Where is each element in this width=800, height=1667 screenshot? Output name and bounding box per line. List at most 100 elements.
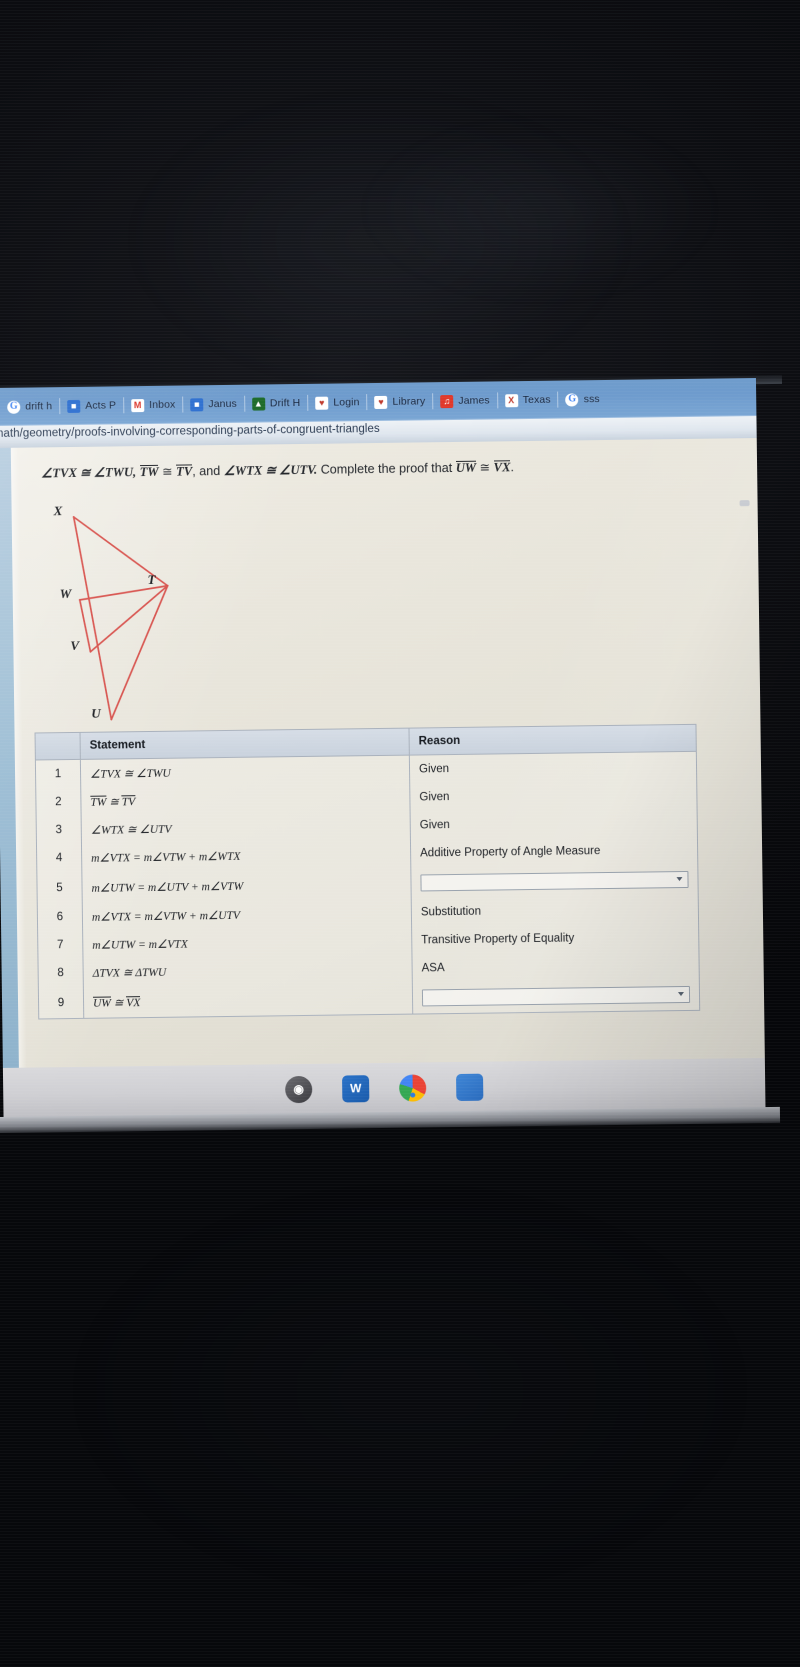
- bookmark-label: Acts P: [85, 399, 117, 412]
- reason-dropdown[interactable]: [411, 864, 698, 899]
- bookmark-label: sss: [583, 393, 600, 406]
- given-segment-tw: TW: [139, 464, 159, 480]
- brave-browser-icon-button[interactable]: ◉: [285, 1075, 313, 1103]
- google-icon: G: [565, 392, 579, 407]
- contacts-icon: ■: [67, 399, 81, 413]
- statement-segment-a: TW: [90, 795, 107, 809]
- chrome-icon-button[interactable]: [399, 1073, 427, 1102]
- row-number: 8: [38, 958, 84, 988]
- period: .: [510, 460, 515, 475]
- header-number: [35, 732, 81, 760]
- bookmark-drift-h[interactable]: Gdrift h: [0, 395, 59, 418]
- ambient-glow-lower: [60, 1180, 760, 1600]
- word-icon[interactable]: W: [342, 1074, 370, 1103]
- bookmark-label: Inbox: [149, 398, 176, 411]
- figure-point-T: T: [147, 571, 156, 588]
- statement-segment-b: VX: [126, 995, 141, 1009]
- reason-cell: Given: [419, 819, 450, 832]
- statement-cell: TW ≅ TV: [80, 783, 411, 816]
- statement-cell: m∠UTW = m∠VTX: [82, 926, 412, 959]
- bookmark-texas[interactable]: X Texas: [498, 389, 558, 412]
- reason-cell: Given: [418, 763, 450, 776]
- scrollbar-thumb[interactable]: [739, 500, 750, 507]
- figure-segment-WV: [78, 599, 92, 653]
- contacts-icon: ■: [190, 397, 204, 411]
- statement-segment-a: UW: [92, 996, 112, 1010]
- chrome-icon[interactable]: [399, 1073, 427, 1102]
- given-angle-1: ∠TVX ≅ ∠TWU,: [41, 465, 137, 481]
- photographed-screen: Gdrift h ■ Acts P M Inbox ■ Janus ▲ Drift H ♥ Logi…: [0, 0, 800, 1667]
- active-indicator-dot: [410, 1092, 416, 1098]
- shield-icon: ♥: [315, 396, 329, 410]
- congruent-symbol-2: ≅: [479, 460, 491, 475]
- row-number: 4: [36, 843, 82, 873]
- bookmark-label: drift h: [25, 400, 53, 413]
- statement-cell: ∠WTX ≅ ∠UTV: [81, 811, 411, 844]
- statement-cell: m∠UTW = m∠UTV + m∠VTW: [81, 867, 412, 903]
- geometry-figure: X W T V U: [25, 493, 248, 731]
- bookmark-label: Janus: [208, 397, 237, 411]
- reason-dropdown[interactable]: [412, 979, 699, 1014]
- red-app-icon: ♫: [440, 394, 454, 408]
- screen-content: Gdrift h ■ Acts P M Inbox ■ Janus ▲ Drift H ♥ Logi…: [0, 378, 766, 1118]
- reason-cell: Given: [419, 791, 450, 804]
- figure-point-U: U: [91, 705, 101, 721]
- problem-statement: ∠TVX ≅ ∠TWU, TW ≅ TV, and ∠WTX ≅ ∠UTV. C…: [41, 458, 641, 483]
- gmail-icon: M: [131, 398, 145, 412]
- bookmark-acts-p[interactable]: ■ Acts P: [60, 394, 123, 417]
- given-tail: , and: [192, 464, 221, 479]
- ambient-glow-upper-right: [360, 120, 720, 300]
- texas-icon: X: [504, 393, 518, 407]
- statement-cell: m∠VTX = m∠VTW + m∠WTX: [81, 839, 411, 872]
- two-column-proof-table: Statement Reason 1 ∠TVX ≅ ∠TWU Given 2 TW ≅ …: [34, 723, 701, 1020]
- row-number: 5: [37, 871, 83, 904]
- geometry-figure-svg: [72, 516, 169, 721]
- header-reason: Reason: [408, 724, 696, 756]
- bookmark-label: Library: [392, 395, 426, 408]
- congruent-symbol-1: ≅: [161, 464, 173, 479]
- reason-select[interactable]: [420, 871, 689, 892]
- bookmark-label: Login: [333, 396, 360, 409]
- statement-cell: UW ≅ VX: [83, 982, 413, 1018]
- reason-cell: Substitution: [420, 905, 482, 919]
- row-number: 9: [38, 986, 84, 1019]
- figure-point-X: X: [53, 503, 63, 519]
- row-number: 3: [36, 815, 82, 845]
- conclusion-segment-vx: VX: [493, 460, 511, 475]
- file-explorer-icon-button[interactable]: [456, 1073, 484, 1101]
- bookmark-sss[interactable]: Gsss: [559, 388, 607, 411]
- word-icon-button[interactable]: W: [342, 1074, 370, 1103]
- conclusion-segment-uw: UW: [455, 460, 477, 476]
- figure-point-V: V: [70, 637, 80, 654]
- statement-cell: ΔTVX ≅ ΔTWU: [82, 954, 413, 987]
- statement-segment-b: TV: [121, 795, 136, 809]
- reason-select[interactable]: [421, 986, 691, 1007]
- bookmark-drift-h[interactable]: ▲ Drift H: [245, 392, 308, 415]
- row-number: 7: [38, 930, 83, 960]
- figure-segment-UT: [110, 584, 169, 721]
- row-number: 1: [35, 759, 81, 789]
- bookmark-login[interactable]: ♥ Login: [308, 391, 366, 414]
- shield-icon: ♥: [374, 395, 388, 409]
- file-explorer-icon[interactable]: [456, 1073, 484, 1101]
- bookmark-label: James: [458, 394, 490, 407]
- brave-browser-icon[interactable]: ◉: [285, 1075, 313, 1103]
- bookmark-label: Texas: [522, 393, 551, 407]
- statement-cell: ∠TVX ≅ ∠TWU: [80, 755, 410, 788]
- figure-point-W: W: [59, 586, 72, 602]
- row-number: 6: [37, 902, 83, 932]
- reason-cell: Transitive Property of Equality: [421, 932, 575, 947]
- statement-cell: m∠VTX = m∠VTW + m∠UTV: [82, 898, 412, 931]
- bookmark-inbox[interactable]: M Inbox: [124, 394, 182, 417]
- reason-cell: ASA: [421, 962, 445, 975]
- bookmark-janus[interactable]: ■ Janus: [183, 393, 244, 416]
- row-number: 2: [36, 787, 82, 817]
- bookmark-james[interactable]: ♫ James: [433, 389, 497, 412]
- google-icon: G: [7, 400, 21, 414]
- bookmark-library[interactable]: ♥ Library: [367, 390, 432, 413]
- statement-congruent-symbol: ≅: [110, 996, 127, 1010]
- image-icon: ▲: [251, 396, 265, 411]
- given-segment-tv: TV: [176, 464, 193, 479]
- statement-congruent-symbol: ≅: [106, 796, 122, 809]
- worksheet-page: ∠TVX ≅ ∠TWU, TW ≅ TV, and ∠WTX ≅ ∠UTV. C…: [0, 438, 765, 1068]
